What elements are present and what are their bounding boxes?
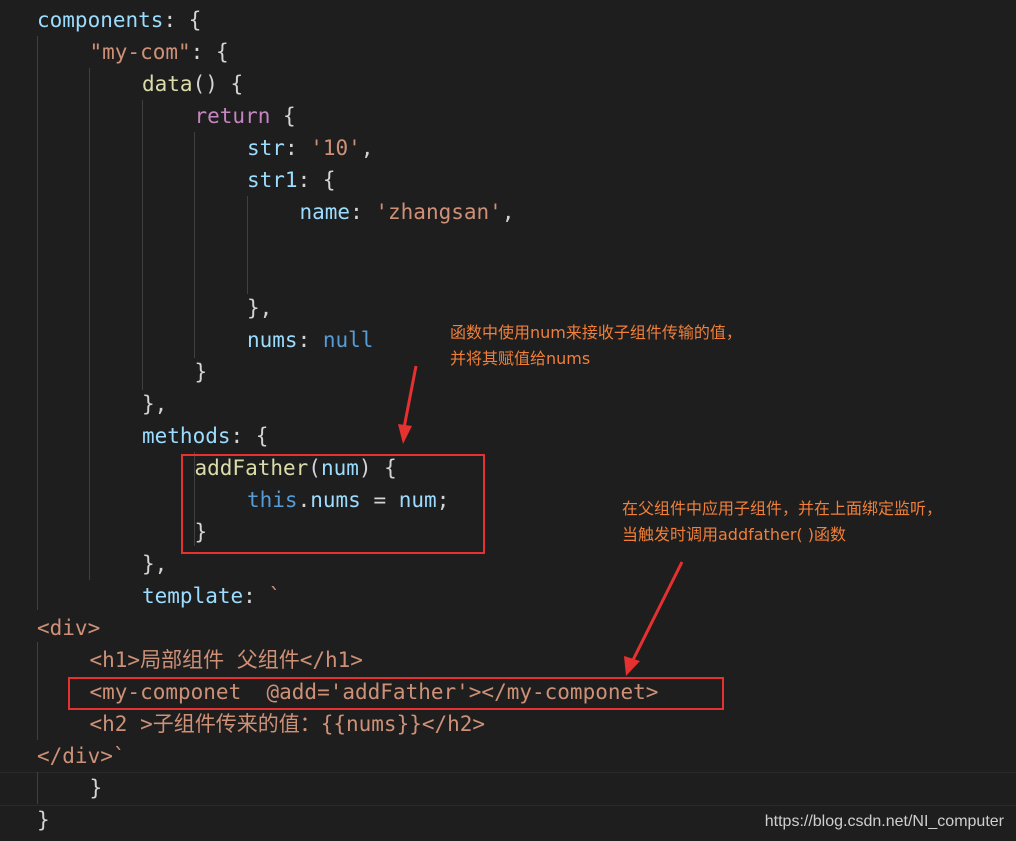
watermark: https://blog.csdn.net/NI_computer — [764, 813, 1004, 830]
annotation-arrows — [398, 365, 684, 676]
arrow-to-method — [398, 365, 418, 444]
arrow-to-component-tag — [624, 561, 684, 676]
